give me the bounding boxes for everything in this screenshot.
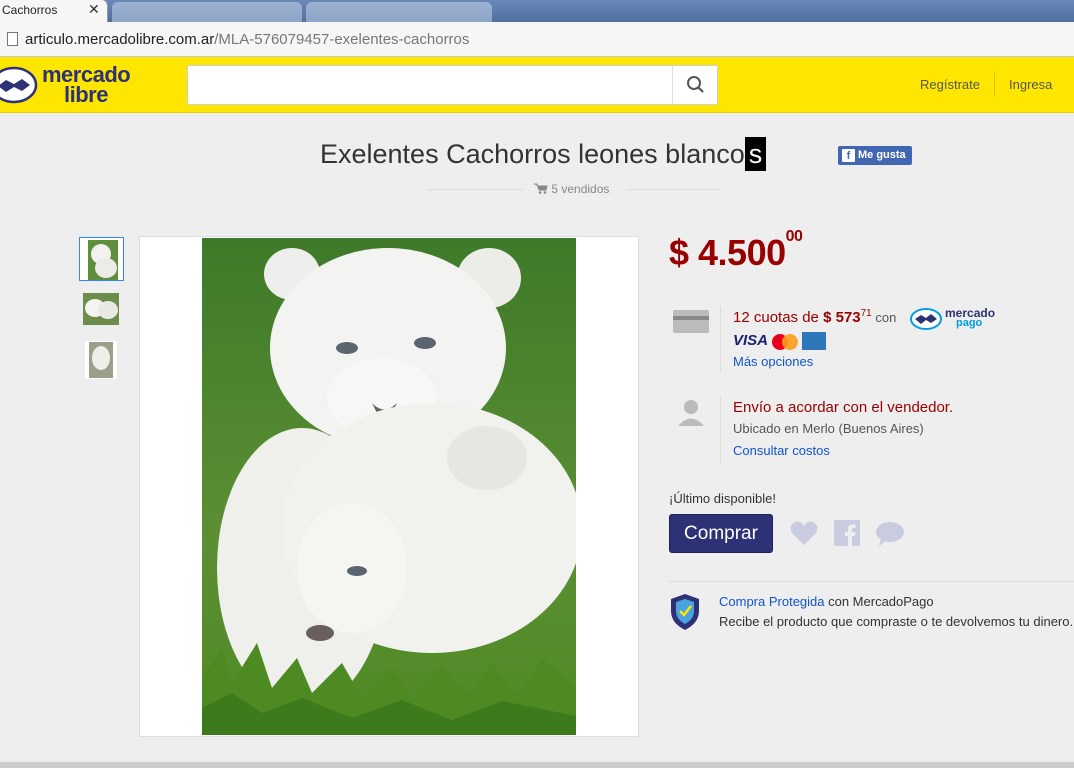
sold-count-text: 5 vendidos: [551, 182, 610, 196]
lion-cubs-illustration: [202, 238, 576, 735]
installments-text: 12 cuotas de $ 57371 con: [733, 308, 897, 326]
user-icon: [678, 400, 704, 426]
sold-count: 5 vendidos: [534, 182, 609, 196]
location-text: Ubicado en Merlo (Buenos Aires): [733, 421, 924, 436]
browser-tab-strip: Cachorros ✕: [0, 0, 1074, 22]
text-cursor-char: s: [744, 137, 767, 171]
availability-text: ¡Último disponible!: [669, 491, 776, 506]
protected-purchase-line: Compra Protegida con MercadoPago: [719, 594, 934, 609]
search-button[interactable]: [672, 66, 717, 104]
main-image-frame[interactable]: [139, 236, 639, 737]
installments-con: con: [871, 310, 897, 325]
logo-line-2: libre: [64, 82, 108, 107]
tab-close-icon[interactable]: ✕: [88, 1, 100, 18]
payment-divider: [720, 306, 721, 372]
register-link[interactable]: Regístrate: [920, 77, 980, 92]
price-cents: 00: [785, 228, 803, 245]
like-label: Me gusta: [858, 149, 906, 161]
product-price: $ 4.50000: [669, 228, 803, 274]
login-link[interactable]: Ingresa: [1009, 77, 1052, 92]
installments-amount: $ 573: [823, 309, 861, 326]
url-host: articulo.mercadolibre.com.ar: [25, 31, 215, 48]
more-payment-options-link[interactable]: Más opciones: [733, 354, 813, 369]
shield-check-icon: [671, 594, 699, 630]
heart-icon[interactable]: [790, 520, 818, 546]
amex-icon: [802, 332, 826, 350]
address-bar[interactable]: articulo.mercadolibre.com.ar/MLA-5760794…: [0, 22, 1074, 57]
divider-right: [626, 189, 721, 190]
handshake-logo-icon[interactable]: [0, 66, 38, 104]
url-path: /MLA-576079457-exelentes-cachorros: [214, 31, 470, 48]
search-icon: [687, 76, 704, 93]
site-header: mercado libre Regístrate Ingresa: [0, 57, 1074, 113]
thumbnail-3[interactable]: [79, 338, 124, 382]
page-icon: [7, 32, 18, 46]
product-title-text: Exelentes Cachorros leones blanco: [320, 139, 745, 169]
installments-cents: 71: [860, 308, 872, 319]
bottom-edge: [0, 762, 1074, 768]
shipping-costs-link[interactable]: Consultar costos: [733, 443, 830, 458]
product-title: Exelentes Cachorros leones blanco s: [320, 137, 767, 171]
mastercard-icon: [772, 334, 798, 350]
visa-logo: VISA: [733, 332, 769, 349]
browser-tab-active[interactable]: Cachorros ✕: [0, 0, 108, 22]
comment-icon[interactable]: [875, 521, 905, 547]
divider-left: [427, 189, 523, 190]
buy-button[interactable]: Comprar: [669, 514, 773, 553]
protected-purchase-suffix: con MercadoPago: [824, 594, 934, 609]
cart-icon: [534, 183, 548, 194]
price-integer: $ 4.500: [669, 232, 786, 273]
installments-prefix: 12 cuotas de: [733, 309, 824, 326]
thumbnail-image: [80, 238, 123, 280]
search-input[interactable]: [187, 65, 718, 105]
thumbnail-2[interactable]: [79, 288, 124, 332]
browser-tab-background[interactable]: [112, 2, 302, 22]
thumbnail-image: [79, 338, 124, 382]
shipping-text: Envío a acordar con el vendedor.: [733, 399, 954, 416]
main-image-white-lion-cubs: [202, 238, 576, 735]
mp-logo-line-2: pago: [956, 317, 983, 329]
facebook-icon: f: [842, 149, 855, 162]
credit-card-icon: [673, 310, 709, 333]
header-divider: [994, 71, 995, 97]
facebook-share-icon[interactable]: [834, 520, 860, 546]
mercadopago-logo: mercado pago: [910, 306, 1000, 336]
section-divider: [669, 581, 1074, 582]
protected-purchase-link[interactable]: Compra Protegida: [719, 594, 825, 609]
tab-title: Cachorros: [2, 3, 58, 17]
facebook-like-button[interactable]: f Me gusta: [838, 146, 912, 165]
logo-wordmark[interactable]: mercado libre: [42, 64, 131, 107]
url-text[interactable]: articulo.mercadolibre.com.ar/MLA-5760794…: [25, 31, 469, 48]
thumbnail-image: [79, 288, 124, 332]
shipping-divider: [720, 397, 721, 463]
protected-purchase-description: Recibe el producto que compraste o te de…: [719, 614, 1074, 629]
browser-tab-background[interactable]: [306, 2, 492, 22]
thumbnail-1[interactable]: [79, 237, 124, 281]
